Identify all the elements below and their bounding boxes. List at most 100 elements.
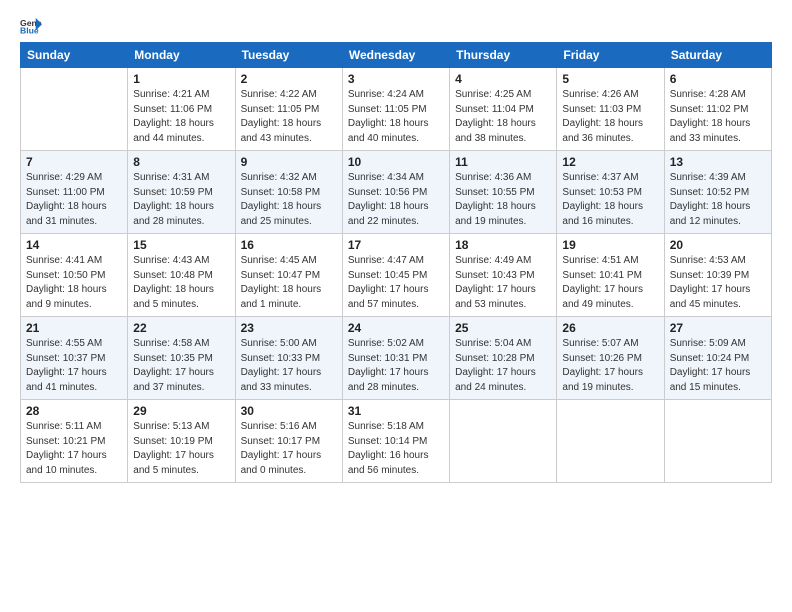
calendar-cell — [664, 400, 771, 483]
day-info: Sunrise: 4:22 AM Sunset: 11:05 PM Daylig… — [241, 88, 337, 146]
calendar-cell: 14 Sunrise: 4:41 AM Sunset: 10:50 PM Dayl… — [21, 234, 128, 317]
header: General Blue — [20, 16, 772, 34]
day-info: Sunrise: 5:07 AM Sunset: 10:26 PM Daylig… — [562, 337, 658, 395]
day-info: Sunrise: 5:18 AM Sunset: 10:14 PM Daylig… — [348, 420, 444, 478]
calendar-cell: 10 Sunrise: 4:34 AM Sunset: 10:56 PM Dayl… — [342, 151, 449, 234]
week-row-3: 21 Sunrise: 4:55 AM Sunset: 10:37 PM Dayl… — [21, 317, 772, 400]
day-number: 23 — [241, 321, 337, 335]
day-info: Sunrise: 5:00 AM Sunset: 10:33 PM Daylig… — [241, 337, 337, 395]
day-info: Sunrise: 4:21 AM Sunset: 11:06 PM Daylig… — [133, 88, 229, 146]
header-cell-saturday: Saturday — [664, 43, 771, 68]
day-info: Sunrise: 5:02 AM Sunset: 10:31 PM Daylig… — [348, 337, 444, 395]
day-number: 2 — [241, 72, 337, 86]
calendar-cell: 3Sunrise: 4:24 AM Sunset: 11:05 PM Dayli… — [342, 68, 449, 151]
day-number: 30 — [241, 404, 337, 418]
day-info: Sunrise: 4:31 AM Sunset: 10:59 PM Daylig… — [133, 171, 229, 229]
day-info: Sunrise: 4:45 AM Sunset: 10:47 PM Daylig… — [241, 254, 337, 312]
day-number: 16 — [241, 238, 337, 252]
calendar-cell: 16 Sunrise: 4:45 AM Sunset: 10:47 PM Dayl… — [235, 234, 342, 317]
day-info: Sunrise: 4:39 AM Sunset: 10:52 PM Daylig… — [670, 171, 766, 229]
day-info: Sunrise: 5:09 AM Sunset: 10:24 PM Daylig… — [670, 337, 766, 395]
calendar-cell: 4Sunrise: 4:25 AM Sunset: 11:04 PM Dayli… — [450, 68, 557, 151]
day-number: 24 — [348, 321, 444, 335]
day-info: Sunrise: 4:49 AM Sunset: 10:43 PM Daylig… — [455, 254, 551, 312]
calendar-cell: 26 Sunrise: 5:07 AM Sunset: 10:26 PM Dayl… — [557, 317, 664, 400]
week-row-4: 28 Sunrise: 5:11 AM Sunset: 10:21 PM Dayl… — [21, 400, 772, 483]
logo-icon: General Blue — [20, 16, 42, 34]
day-number: 15 — [133, 238, 229, 252]
header-cell-tuesday: Tuesday — [235, 43, 342, 68]
day-info: Sunrise: 4:43 AM Sunset: 10:48 PM Daylig… — [133, 254, 229, 312]
day-info: Sunrise: 4:26 AM Sunset: 11:03 PM Daylig… — [562, 88, 658, 146]
calendar-cell: 6 Sunrise: 4:28 AM Sunset: 11:02 PM Dayli… — [664, 68, 771, 151]
calendar-cell: 19Sunrise: 4:51 AM Sunset: 10:41 PM Dayl… — [557, 234, 664, 317]
calendar-cell: 7 Sunrise: 4:29 AM Sunset: 11:00 PM Dayli… — [21, 151, 128, 234]
day-number: 27 — [670, 321, 766, 335]
calendar-cell — [21, 68, 128, 151]
header-cell-sunday: Sunday — [21, 43, 128, 68]
calendar-cell — [450, 400, 557, 483]
day-info: Sunrise: 4:41 AM Sunset: 10:50 PM Daylig… — [26, 254, 122, 312]
day-info: Sunrise: 4:25 AM Sunset: 11:04 PM Daylig… — [455, 88, 551, 146]
day-number: 6 — [670, 72, 766, 86]
day-number: 10 — [348, 155, 444, 169]
calendar-cell: 1Sunrise: 4:21 AM Sunset: 11:06 PM Dayli… — [128, 68, 235, 151]
calendar-cell: 24 Sunrise: 5:02 AM Sunset: 10:31 PM Dayl… — [342, 317, 449, 400]
calendar-cell: 2 Sunrise: 4:22 AM Sunset: 11:05 PM Dayli… — [235, 68, 342, 151]
day-number: 20 — [670, 238, 766, 252]
header-row: SundayMondayTuesdayWednesdayThursdayFrid… — [21, 43, 772, 68]
day-number: 26 — [562, 321, 658, 335]
calendar-cell: 31 Sunrise: 5:18 AM Sunset: 10:14 PM Dayl… — [342, 400, 449, 483]
calendar-cell: 17 Sunrise: 4:47 AM Sunset: 10:45 PM Dayl… — [342, 234, 449, 317]
day-number: 22 — [133, 321, 229, 335]
day-number: 17 — [348, 238, 444, 252]
calendar-cell: 11 Sunrise: 4:36 AM Sunset: 10:55 PM Dayl… — [450, 151, 557, 234]
day-number: 31 — [348, 404, 444, 418]
day-number: 7 — [26, 155, 122, 169]
calendar-cell: 22 Sunrise: 4:58 AM Sunset: 10:35 PM Dayl… — [128, 317, 235, 400]
day-info: Sunrise: 5:13 AM Sunset: 10:19 PM Daylig… — [133, 420, 229, 478]
calendar-cell: 20 Sunrise: 4:53 AM Sunset: 10:39 PM Dayl… — [664, 234, 771, 317]
day-info: Sunrise: 4:24 AM Sunset: 11:05 PM Daylig… — [348, 88, 444, 146]
day-number: 13 — [670, 155, 766, 169]
day-number: 14 — [26, 238, 122, 252]
day-info: Sunrise: 5:11 AM Sunset: 10:21 PM Daylig… — [26, 420, 122, 478]
day-info: Sunrise: 4:58 AM Sunset: 10:35 PM Daylig… — [133, 337, 229, 395]
day-info: Sunrise: 4:53 AM Sunset: 10:39 PM Daylig… — [670, 254, 766, 312]
calendar-table: SundayMondayTuesdayWednesdayThursdayFrid… — [20, 42, 772, 483]
header-cell-wednesday: Wednesday — [342, 43, 449, 68]
day-info: Sunrise: 5:04 AM Sunset: 10:28 PM Daylig… — [455, 337, 551, 395]
day-number: 12 — [562, 155, 658, 169]
page: General Blue SundayMondayTuesdayWednesda… — [0, 0, 792, 612]
day-info: Sunrise: 4:36 AM Sunset: 10:55 PM Daylig… — [455, 171, 551, 229]
header-cell-thursday: Thursday — [450, 43, 557, 68]
day-info: Sunrise: 4:28 AM Sunset: 11:02 PM Daylig… — [670, 88, 766, 146]
header-cell-friday: Friday — [557, 43, 664, 68]
calendar-cell: 12Sunrise: 4:37 AM Sunset: 10:53 PM Dayl… — [557, 151, 664, 234]
day-number: 8 — [133, 155, 229, 169]
day-info: Sunrise: 5:16 AM Sunset: 10:17 PM Daylig… — [241, 420, 337, 478]
day-number: 25 — [455, 321, 551, 335]
calendar-cell: 23 Sunrise: 5:00 AM Sunset: 10:33 PM Dayl… — [235, 317, 342, 400]
calendar-cell: 8 Sunrise: 4:31 AM Sunset: 10:59 PM Dayli… — [128, 151, 235, 234]
day-number: 11 — [455, 155, 551, 169]
calendar-cell: 28 Sunrise: 5:11 AM Sunset: 10:21 PM Dayl… — [21, 400, 128, 483]
day-info: Sunrise: 4:32 AM Sunset: 10:58 PM Daylig… — [241, 171, 337, 229]
calendar-cell: 9 Sunrise: 4:32 AM Sunset: 10:58 PM Dayli… — [235, 151, 342, 234]
week-row-2: 14 Sunrise: 4:41 AM Sunset: 10:50 PM Dayl… — [21, 234, 772, 317]
day-info: Sunrise: 4:29 AM Sunset: 11:00 PM Daylig… — [26, 171, 122, 229]
day-info: Sunrise: 4:34 AM Sunset: 10:56 PM Daylig… — [348, 171, 444, 229]
calendar-cell: 5 Sunrise: 4:26 AM Sunset: 11:03 PM Dayli… — [557, 68, 664, 151]
day-number: 21 — [26, 321, 122, 335]
calendar-cell: 21 Sunrise: 4:55 AM Sunset: 10:37 PM Dayl… — [21, 317, 128, 400]
day-number: 5 — [562, 72, 658, 86]
day-info: Sunrise: 4:47 AM Sunset: 10:45 PM Daylig… — [348, 254, 444, 312]
day-number: 9 — [241, 155, 337, 169]
day-info: Sunrise: 4:55 AM Sunset: 10:37 PM Daylig… — [26, 337, 122, 395]
day-number: 18 — [455, 238, 551, 252]
day-number: 28 — [26, 404, 122, 418]
header-cell-monday: Monday — [128, 43, 235, 68]
logo: General Blue — [20, 16, 44, 34]
day-number: 19 — [562, 238, 658, 252]
day-number: 29 — [133, 404, 229, 418]
